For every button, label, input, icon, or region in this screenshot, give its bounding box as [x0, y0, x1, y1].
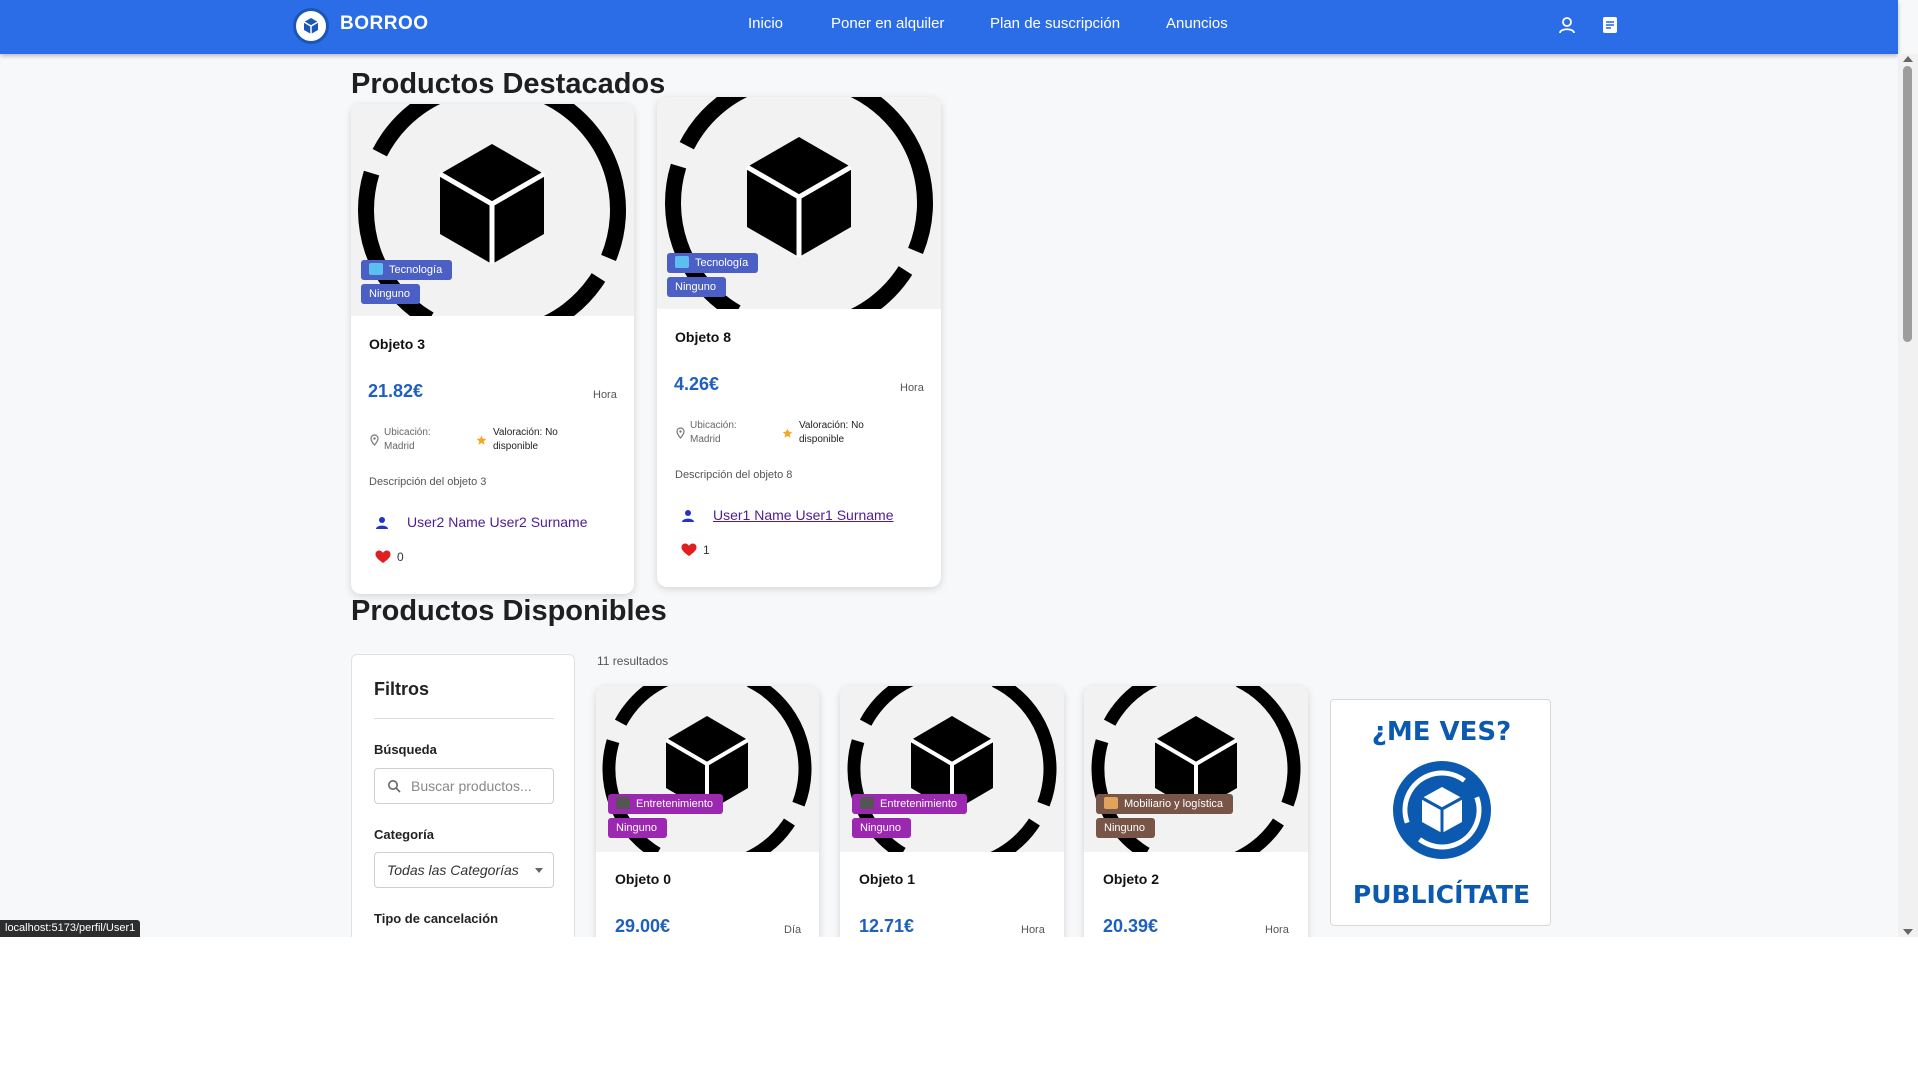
- gamepad-icon: [616, 797, 630, 809]
- available-section-title: Productos Disponibles: [351, 595, 667, 627]
- browser-viewport: BORROO Inicio Poner en alquiler Plan de …: [0, 0, 1918, 937]
- price-unit: Hora: [1021, 924, 1045, 936]
- owner-profile-link[interactable]: User1 Name User1 Surname: [713, 507, 894, 523]
- brand-logo-icon: [1393, 761, 1491, 859]
- nav-link-poner-en-alquiler[interactable]: Poner en alquiler: [831, 15, 944, 32]
- owner-icon: [376, 517, 388, 529]
- product-rating: Valoración: No disponible: [493, 427, 558, 452]
- product-price: 12.71€: [859, 916, 915, 936]
- category-badge: Tecnología: [667, 253, 759, 273]
- search-label: Búsqueda: [374, 742, 437, 757]
- owner-profile-link[interactable]: User2 Name User2 Surname: [407, 514, 588, 530]
- price-unit: Hora: [900, 382, 924, 394]
- category-badge: Tecnología: [361, 260, 453, 280]
- filters-panel: Filtros Búsqueda Buscar productos... Cat…: [351, 654, 575, 937]
- featured-product-card[interactable]: Tecnología Ninguno Objeto 3 21.82€ Hora …: [351, 104, 634, 594]
- category-select[interactable]: Todas las Categorías: [374, 852, 554, 888]
- package-icon: [1104, 797, 1118, 809]
- laptop-icon: [675, 256, 689, 268]
- product-card[interactable]: Entretenimiento Ninguno Objeto 0 29.00€ …: [596, 686, 819, 937]
- category-badge: Entretenimiento: [608, 794, 724, 814]
- link-status-bar: localhost:5173/perfil/User1: [0, 920, 141, 937]
- chevron-down-icon: [535, 868, 543, 873]
- user-icon[interactable]: [1556, 14, 1578, 36]
- product-price: 4.26€: [674, 374, 720, 394]
- star-icon: [476, 435, 487, 445]
- product-description: Descripción del objeto 8: [675, 469, 793, 481]
- product-rating: Valoración: No disponible: [799, 420, 864, 445]
- nav-link-inicio[interactable]: Inicio: [748, 15, 783, 32]
- brand-logo-icon[interactable]: [293, 8, 329, 44]
- filters-divider: [374, 718, 554, 719]
- advertisement-card[interactable]: ¿ME VES? PUBLICÍTATE: [1330, 699, 1551, 926]
- featured-product-card[interactable]: Tecnología Ninguno Objeto 8 4.26€ Hora U…: [657, 97, 941, 587]
- price-unit: Día: [784, 924, 802, 936]
- brand-name[interactable]: BORROO: [340, 13, 429, 35]
- nav-link-anuncios[interactable]: Anuncios: [1166, 15, 1228, 32]
- ad-headline: ¿ME VES?: [1371, 717, 1512, 747]
- likes-count: 1: [703, 543, 710, 557]
- cancellation-badge: Ninguno: [361, 284, 420, 304]
- star-icon: [782, 428, 793, 438]
- category-selected-value: Todas las Categorías: [387, 862, 519, 878]
- heart-icon: [681, 543, 697, 556]
- scroll-down-arrow-icon[interactable]: [1903, 929, 1913, 935]
- laptop-icon: [369, 263, 383, 275]
- document-icon[interactable]: [1599, 14, 1621, 36]
- location-pin-icon: [370, 434, 379, 446]
- product-price: 21.82€: [368, 381, 424, 401]
- results-count: 11 resultados: [597, 654, 669, 668]
- product-price: 29.00€: [615, 916, 671, 936]
- top-navbar: BORROO Inicio Poner en alquiler Plan de …: [0, 0, 1898, 54]
- price-unit: Hora: [593, 389, 617, 401]
- search-placeholder: Buscar productos...: [411, 778, 532, 794]
- search-icon: [388, 780, 401, 793]
- category-badge: Mobiliario y logística: [1096, 794, 1234, 814]
- scrollbar-thumb[interactable]: [1903, 66, 1912, 342]
- product-location: Ubicación: Madrid: [690, 420, 737, 445]
- product-card[interactable]: Mobiliario y logística Ninguno Objeto 2 …: [1084, 686, 1308, 937]
- product-location: Ubicación: Madrid: [384, 427, 431, 452]
- gamepad-icon: [860, 797, 874, 809]
- category-badge: Entretenimiento: [852, 794, 968, 814]
- product-name: Objeto 3: [369, 336, 426, 352]
- product-name: Objeto 2: [1103, 871, 1160, 887]
- ad-call-to-action: PUBLICÍTATE: [1352, 880, 1531, 909]
- product-card[interactable]: Entretenimiento Ninguno Objeto 1 12.71€ …: [840, 686, 1064, 937]
- search-input[interactable]: Buscar productos...: [374, 768, 554, 804]
- featured-section-title: Productos Destacados: [351, 68, 666, 100]
- owner-icon: [682, 510, 694, 522]
- page-scrollbar[interactable]: [1898, 54, 1918, 937]
- cancellation-badge: Ninguno: [667, 277, 726, 297]
- cancellation-badge: Ninguno: [852, 818, 911, 838]
- product-name: Objeto 0: [615, 871, 672, 887]
- price-unit: Hora: [1265, 924, 1289, 936]
- heart-icon: [375, 550, 391, 563]
- filters-heading: Filtros: [374, 679, 430, 699]
- cancellation-badge: Ninguno: [1096, 818, 1155, 838]
- product-description: Descripción del objeto 3: [369, 476, 487, 488]
- scroll-up-arrow-icon[interactable]: [1903, 56, 1913, 62]
- likes-count: 0: [397, 550, 404, 564]
- product-name: Objeto 1: [859, 871, 916, 887]
- location-pin-icon: [676, 427, 685, 439]
- cancellation-type-label: Tipo de cancelación: [374, 911, 499, 926]
- product-price: 20.39€: [1103, 916, 1159, 936]
- category-label: Categoría: [374, 827, 434, 842]
- nav-link-plan-de-suscripcion[interactable]: Plan de suscripción: [990, 15, 1120, 32]
- cancellation-badge: Ninguno: [608, 818, 667, 838]
- product-name: Objeto 8: [675, 329, 732, 345]
